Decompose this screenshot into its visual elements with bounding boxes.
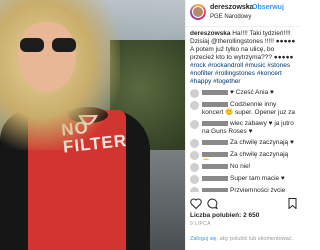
comment-avatar[interactable]	[190, 139, 199, 148]
comment-item: Za chwilę zaczynają 🙂	[190, 151, 298, 160]
comment-icon[interactable]	[206, 198, 218, 209]
comment-avatar[interactable]	[190, 175, 199, 184]
comment-avatar[interactable]	[190, 101, 199, 110]
post-photo[interactable]: NO FILTER	[0, 0, 185, 250]
comment-text: Super tam macie ♥	[230, 175, 285, 182]
post-date: 9 LIPCA	[190, 221, 211, 227]
comment-username-redacted[interactable]	[202, 187, 228, 192]
comment-username-redacted[interactable]	[202, 151, 228, 157]
comment-avatar[interactable]	[190, 120, 199, 129]
comment-username-redacted[interactable]	[202, 101, 228, 107]
comment-text: Za chwilę zaczynają ♥	[230, 139, 294, 146]
comment-avatar[interactable]	[190, 151, 199, 160]
photo-railing	[150, 150, 185, 250]
caption-hashtags[interactable]: #rock #rockandroll #music #stones #nofil…	[190, 62, 290, 85]
comment-username-redacted[interactable]	[202, 120, 228, 126]
action-bar	[190, 198, 298, 210]
photo-face	[18, 22, 76, 92]
comment-text: No nie!	[230, 163, 251, 170]
comment-avatar[interactable]	[190, 163, 199, 172]
comment-item: wiec zabawy ♥ ja jutro na Guns Roses ♥	[190, 120, 298, 136]
comment-text: ♥ Cześć Ania ♥	[230, 89, 274, 96]
comment-username-redacted[interactable]	[202, 163, 228, 169]
avatar[interactable]	[190, 4, 206, 20]
comment-item: Za chwilę zaczynają ♥	[190, 139, 298, 148]
comment-username-redacted[interactable]	[202, 175, 228, 181]
comment-avatar[interactable]	[190, 187, 199, 192]
caption-username[interactable]: dereszowska	[190, 30, 230, 37]
likes-count[interactable]: Liczba polubień: 2 650	[190, 212, 259, 219]
login-prompt: Zaloguj się, aby polubić lub skomentować…	[190, 236, 293, 242]
bookmark-icon[interactable]	[288, 198, 297, 209]
heart-icon[interactable]	[190, 198, 202, 209]
comment-item: ♥ Cześć Ania ♥	[190, 89, 298, 98]
comment-item: Przyjemności życie ♥♥♥	[190, 187, 298, 192]
comment-rows: ♥ Cześć Ania ♥ Codziennie inny koncert 🙂 …	[190, 89, 298, 192]
comment-item: Codziennie inny koncert 🙂 super. Opener …	[190, 101, 298, 117]
comment-username-redacted[interactable]	[202, 139, 228, 145]
comment-username-redacted[interactable]	[202, 89, 228, 95]
post-side-panel: dereszowska • Obserwuj PGE Narodowy dere…	[185, 0, 300, 250]
follow-button[interactable]: Obserwuj	[252, 4, 284, 11]
comments-list[interactable]: dereszowska Ha!!!! Taki tydzień!!!! Dzis…	[190, 30, 298, 192]
sunglasses	[20, 38, 78, 52]
post-caption: dereszowska Ha!!!! Taki tydzień!!!! Dzis…	[190, 30, 298, 86]
login-prompt-text: , aby polubić lub skomentować.	[216, 236, 294, 242]
post-header: dereszowska • Obserwuj PGE Narodowy	[186, 0, 300, 27]
login-link[interactable]: Zaloguj się	[190, 236, 217, 242]
location-link[interactable]: PGE Narodowy	[210, 14, 251, 20]
comment-avatar[interactable]	[190, 89, 199, 98]
separator-dot: •	[246, 4, 249, 11]
comment-item: No nie!	[190, 163, 298, 172]
comment-item: Super tam macie ♥	[190, 175, 298, 184]
